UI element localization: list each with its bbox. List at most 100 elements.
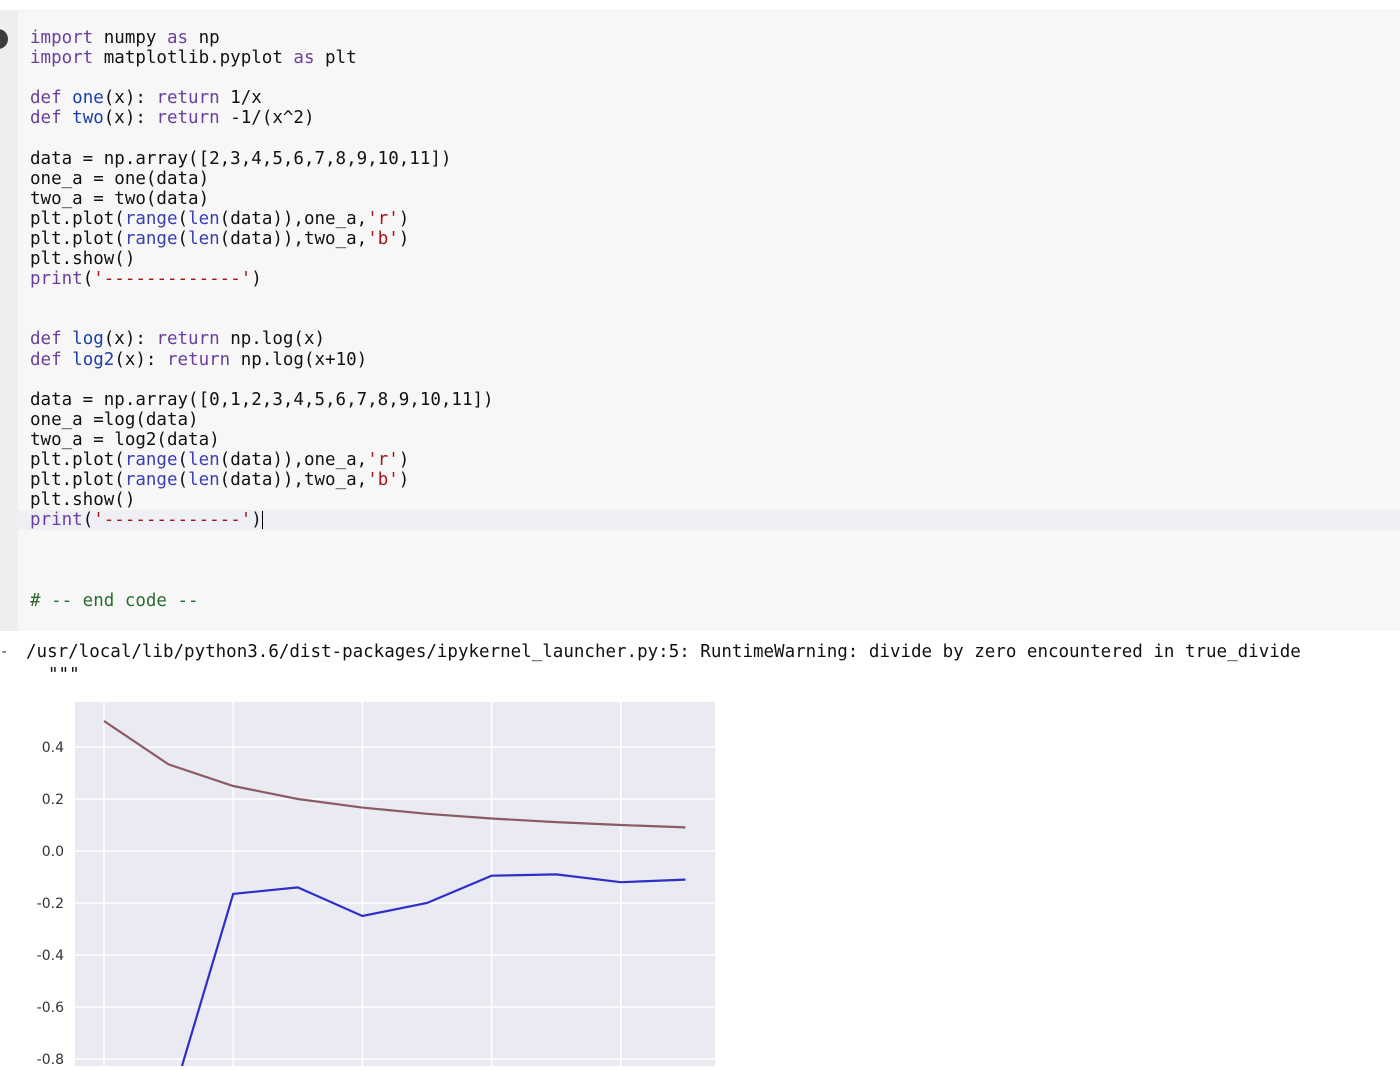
code-line[interactable]: two_a = log2(data) — [30, 430, 1390, 450]
code-token: -1/(x^2) — [219, 108, 315, 129]
code-token: 'r' — [367, 208, 399, 229]
output-chart: 0.4 0.2 0.0 -0.2 -0.4 -0.6 -0.8 — [0, 690, 740, 1068]
code-line[interactable] — [30, 128, 1390, 148]
code-token: def — [30, 88, 62, 109]
code-token: len — [188, 228, 220, 249]
code-line[interactable] — [30, 309, 1390, 329]
code-cell[interactable]: import numpy as np import matplotlib.pypl… — [0, 11, 1400, 631]
code-line[interactable]: import matplotlib.pyplot as plt — [30, 48, 1390, 68]
code-token: one_a =log(data) — [30, 409, 199, 430]
code-token: plt.plot( — [30, 208, 125, 229]
code-token: numpy — [93, 28, 167, 48]
code-line[interactable]: def log(x): return np.log(x) — [30, 329, 1390, 349]
runtime-warning: /usr/local/lib/python3.6/dist-packages/i… — [26, 642, 1301, 662]
code-line[interactable]: def one(x): return 1/x — [30, 88, 1390, 108]
code-token: plt — [314, 48, 357, 69]
output-marker: - — [0, 644, 9, 660]
code-token: import — [30, 28, 94, 48]
code-line[interactable] — [30, 550, 1390, 570]
code-token: plt.show() — [30, 490, 136, 511]
code-token: (x): — [103, 108, 157, 129]
y-tick-label: 0.4 — [42, 740, 64, 756]
code-line[interactable]: def two(x): return -1/(x^2) — [30, 108, 1390, 128]
code-token: range — [124, 470, 178, 491]
code-token: len — [188, 208, 220, 229]
y-tick-label: -0.8 — [37, 1052, 64, 1066]
code-token: as — [166, 28, 189, 48]
code-line[interactable]: plt.plot(range(len(data)),two_a,'b') — [30, 470, 1390, 490]
code-token: one — [72, 88, 104, 109]
code-token: print — [30, 510, 83, 531]
code-line[interactable]: data = np.array([2,3,4,5,6,7,8,9,10,11]) — [30, 149, 1390, 169]
code-token: range — [124, 208, 178, 229]
code-token: ) — [398, 208, 410, 229]
y-tick-label: -0.4 — [37, 948, 64, 964]
code-line[interactable]: print('-------------') — [30, 269, 1390, 289]
text-cursor — [261, 511, 263, 530]
code-token: 'b' — [367, 228, 399, 249]
code-line[interactable]: # -- end code -- — [30, 591, 1390, 611]
code-line[interactable]: one_a = one(data) — [30, 169, 1390, 189]
code-line[interactable]: plt.plot(range(len(data)),one_a,'r') — [30, 450, 1390, 470]
code-token: plt.show() — [30, 249, 136, 270]
code-token: range — [124, 228, 178, 249]
code-line[interactable]: two_a = two(data) — [30, 189, 1390, 209]
code-line[interactable] — [30, 68, 1390, 88]
code-token: one_a = one(data) — [30, 168, 210, 189]
code-token: return — [167, 349, 231, 370]
code-token: two — [72, 108, 104, 129]
code-token: print — [30, 269, 83, 290]
code-line[interactable]: data = np.array([0,1,2,3,4,5,6,7,8,9,10,… — [30, 390, 1390, 410]
code-token: (x): — [114, 349, 167, 370]
code-token: return — [156, 88, 220, 109]
code-token: np.log(x) — [219, 329, 326, 350]
code-token: (data)),one_a, — [219, 449, 368, 470]
code-token: ( — [82, 510, 94, 531]
code-token: data = np.array([0,1,2,3,4,5,6,7,8,9,10,… — [30, 389, 494, 410]
code-token: len — [188, 449, 220, 470]
code-token: ) — [398, 228, 410, 249]
code-token: log — [72, 329, 104, 350]
code-token: matplotlib.pyplot — [93, 48, 294, 69]
code-token: ) — [251, 269, 262, 290]
code-line[interactable]: import numpy as np — [30, 28, 1390, 48]
code-token: ) — [251, 510, 262, 531]
code-line[interactable]: plt.plot(range(len(data)),two_a,'b') — [30, 229, 1390, 249]
code-line[interactable]: print('-------------') — [18, 510, 1400, 531]
code-line[interactable] — [30, 530, 1390, 550]
code-line[interactable]: def log2(x): return np.log(x+10) — [30, 350, 1390, 370]
code-token: log2 — [72, 349, 115, 370]
code-token: ( — [177, 208, 189, 229]
code-token: (x): — [103, 329, 157, 350]
code-line[interactable]: plt.show() — [30, 249, 1390, 269]
code-line[interactable]: plt.plot(range(len(data)),one_a,'r') — [30, 209, 1390, 229]
code-line[interactable] — [30, 289, 1390, 309]
y-tick-label: -0.2 — [37, 896, 64, 912]
code-token: plt.plot( — [30, 470, 125, 491]
code-token: np.log(x+10) — [230, 349, 368, 370]
code-token: return — [156, 108, 220, 129]
code-token: def — [30, 108, 62, 129]
code-editor[interactable]: import numpy as np import matplotlib.pypl… — [18, 28, 1400, 611]
code-token: data = np.array([2,3,4,5,6,7,8,9,10,11]) — [30, 148, 452, 169]
code-token: '-------------' — [93, 510, 252, 531]
code-line[interactable] — [30, 571, 1390, 591]
code-token: # -- end code -- — [30, 590, 199, 611]
code-token: (x): — [103, 88, 157, 109]
code-line[interactable] — [30, 370, 1390, 390]
code-line[interactable]: plt.show() — [30, 490, 1390, 510]
plot-background — [75, 702, 715, 1066]
code-token: return — [156, 329, 220, 350]
code-token: ( — [177, 449, 189, 470]
code-token: ) — [398, 470, 410, 491]
code-token: ) — [398, 449, 410, 470]
code-token: len — [188, 470, 220, 491]
code-token: ( — [177, 470, 189, 491]
code-token: (data)),two_a, — [219, 228, 368, 249]
y-tick-label: -0.6 — [37, 1000, 64, 1016]
code-line[interactable]: one_a =log(data) — [30, 410, 1390, 430]
y-tick-label: 0.2 — [42, 792, 64, 808]
code-token: two_a = log2(data) — [30, 429, 220, 450]
